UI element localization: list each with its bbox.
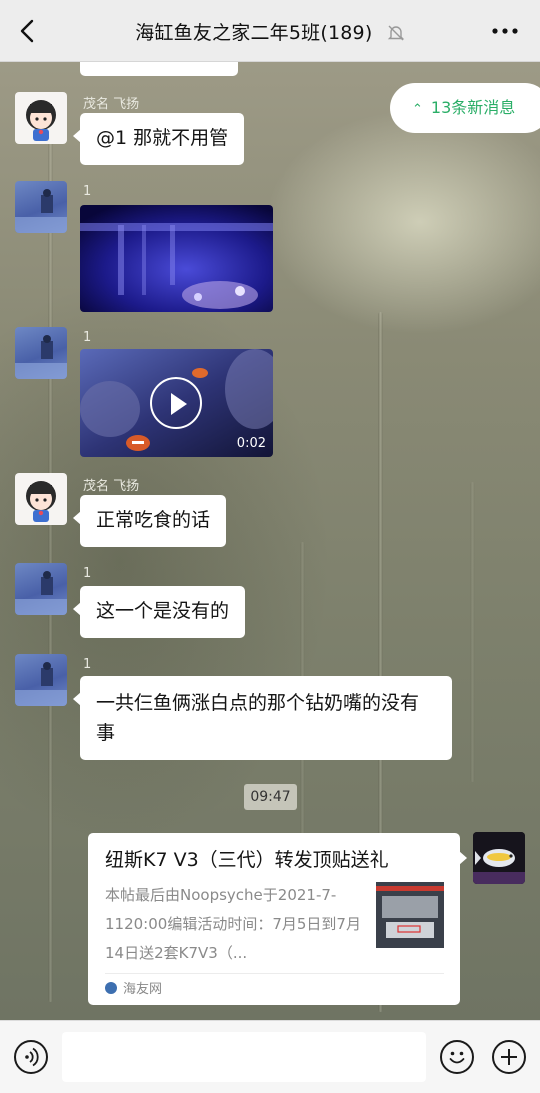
sender-name: 1 [83,184,92,199]
link-card-message[interactable]: 纽斯K7 V3（三代）转发顶贴送礼 本帖最后由Noopsyche于2021-7-… [88,833,467,1005]
photo-avatar-icon [15,335,67,379]
more-icon[interactable] [492,28,518,34]
message-input[interactable] [62,1032,426,1082]
chat-area[interactable]: ⌃ 13条新消息 茂名 飞扬 @1 那就不用管 1 1 0:02 茂名 飞扬 正… [0,62,540,1020]
sender-name: 茂名 飞扬 [83,97,140,112]
emoji-icon [449,1051,465,1064]
cartoon-girl-avatar-icon [26,100,56,141]
avatar[interactable] [15,181,67,233]
message-bubble[interactable]: 一共仨鱼俩涨白点的那个钻奶嘴的没有事 [73,676,452,760]
link-card-divider [105,973,444,974]
new-messages-button[interactable]: ⌃ 13条新消息 [390,83,540,133]
fish-avatar-icon [473,832,525,884]
photo-avatar-icon [15,662,67,706]
link-card-thumbnail [376,882,444,948]
aquarium-image[interactable] [80,205,273,312]
source-site-icon [105,982,117,994]
input-bar [0,1020,540,1093]
avatar[interactable] [15,563,67,615]
link-card-title: 纽斯K7 V3（三代）转发顶贴送礼 [105,849,389,871]
message-bubble[interactable]: @1 那就不用管 [72,113,245,165]
avatar[interactable] [15,473,67,525]
aquarium-photo-icon [80,205,273,312]
avatar[interactable] [15,327,67,379]
chat-header: 海缸鱼友之家二年5班(189) [0,0,540,62]
sender-name: 1 [83,657,92,672]
link-card-source: 海友网 [105,981,162,999]
mute-bell-icon [387,25,404,41]
background-drip [48,102,53,1002]
sender-name: 1 [83,566,92,581]
background-drip [470,482,475,782]
chat-title-row: 海缸鱼友之家二年5班(189) [0,18,540,45]
voice-icon [25,1047,39,1067]
voice-input-button[interactable] [14,1040,48,1074]
photo-avatar-icon [15,571,67,615]
more-functions-button[interactable] [492,1040,526,1074]
message-bubble[interactable]: 这一个是没有的 [72,586,246,638]
link-card-description: 本帖最后由Noopsyche于2021-7-1120:00编辑活动时间：7月5日… [105,886,361,962]
avatar[interactable] [15,654,67,706]
plus-icon [501,1049,517,1065]
video-duration: 0:02 [236,436,266,451]
sender-name: 茂名 飞扬 [83,479,140,494]
chat-title: 海缸鱼友之家二年5班(189) [135,22,373,44]
double-chevron-up-icon: ⌃ [412,102,423,117]
my-avatar[interactable] [473,832,525,884]
sender-name: 1 [83,330,92,345]
product-thumbnail-icon [376,882,444,948]
avatar[interactable] [15,92,67,144]
message-timestamp: 09:47 [244,784,297,810]
emoji-button[interactable] [440,1040,474,1074]
photo-avatar-icon [15,189,67,233]
message-bubble[interactable]: 正常吃食的话 [72,495,227,547]
cartoon-girl-avatar-icon [26,481,56,522]
play-icon[interactable] [150,377,202,429]
video-message[interactable]: 0:02 [80,349,273,457]
previous-message-bubble [80,62,238,76]
